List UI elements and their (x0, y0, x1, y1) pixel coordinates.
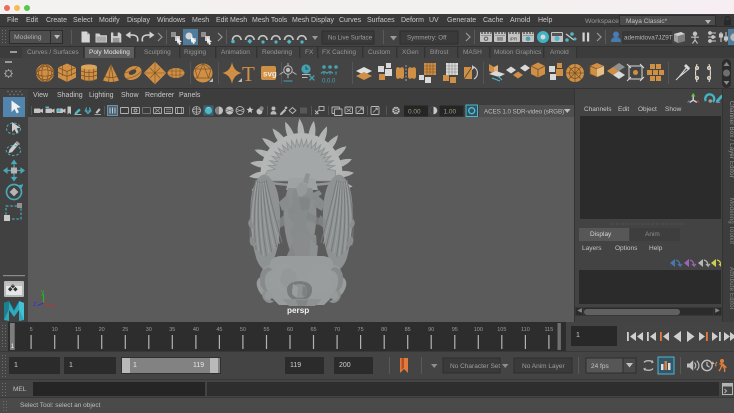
svg-text:persp: persp (287, 306, 309, 315)
svg-text:115: 115 (545, 327, 554, 333)
svg-text:z: z (33, 301, 37, 308)
svg-text:25: 25 (122, 327, 128, 333)
svg-text:No Anim Layer: No Anim Layer (522, 363, 565, 370)
svg-text:90: 90 (428, 327, 434, 333)
svg-text:No Live Surface: No Live Surface (328, 35, 373, 42)
svg-text:40: 40 (193, 327, 199, 333)
svg-text:x: x (51, 303, 55, 310)
svg-text:24 fps: 24 fps (591, 363, 609, 370)
svg-text:100: 100 (474, 327, 483, 333)
svg-text:ACES 1.0 SDR-video (sRGB): ACES 1.0 SDR-video (sRGB) (484, 109, 564, 116)
svg-text:30: 30 (146, 327, 152, 333)
svg-text:0.0.0: 0.0.0 (322, 79, 336, 85)
svg-text:ademidova7JZ9T: ademidova7JZ9T (624, 35, 673, 42)
svg-text:55: 55 (263, 327, 269, 333)
svg-text:95: 95 (452, 327, 458, 333)
svg-text:15: 15 (75, 327, 81, 333)
svg-text:60: 60 (287, 327, 293, 333)
svg-text:50: 50 (240, 327, 246, 333)
svg-text:20: 20 (99, 327, 105, 333)
svg-text:Symmetry: Off: Symmetry: Off (407, 35, 447, 42)
svg-text:0.00: 0.00 (408, 109, 421, 116)
svg-text:svg: svg (263, 70, 277, 79)
svg-text:75: 75 (358, 327, 364, 333)
svg-text:70: 70 (334, 327, 340, 333)
svg-text:1: 1 (11, 343, 15, 350)
svg-text:No Character Set: No Character Set (450, 363, 500, 370)
svg-text:10: 10 (52, 327, 58, 333)
svg-text:T: T (242, 62, 255, 86)
svg-text:IPR: IPR (510, 37, 518, 42)
svg-text:65: 65 (310, 327, 316, 333)
svg-text:80: 80 (381, 327, 387, 333)
svg-text:110: 110 (521, 327, 530, 333)
svg-text:45: 45 (216, 327, 222, 333)
svg-text:1.00: 1.00 (444, 109, 457, 116)
svg-text:5: 5 (30, 327, 33, 333)
svg-text:35: 35 (169, 327, 175, 333)
svg-text:105: 105 (497, 327, 506, 333)
svg-text:85: 85 (405, 327, 411, 333)
svg-text:y: y (41, 289, 45, 296)
